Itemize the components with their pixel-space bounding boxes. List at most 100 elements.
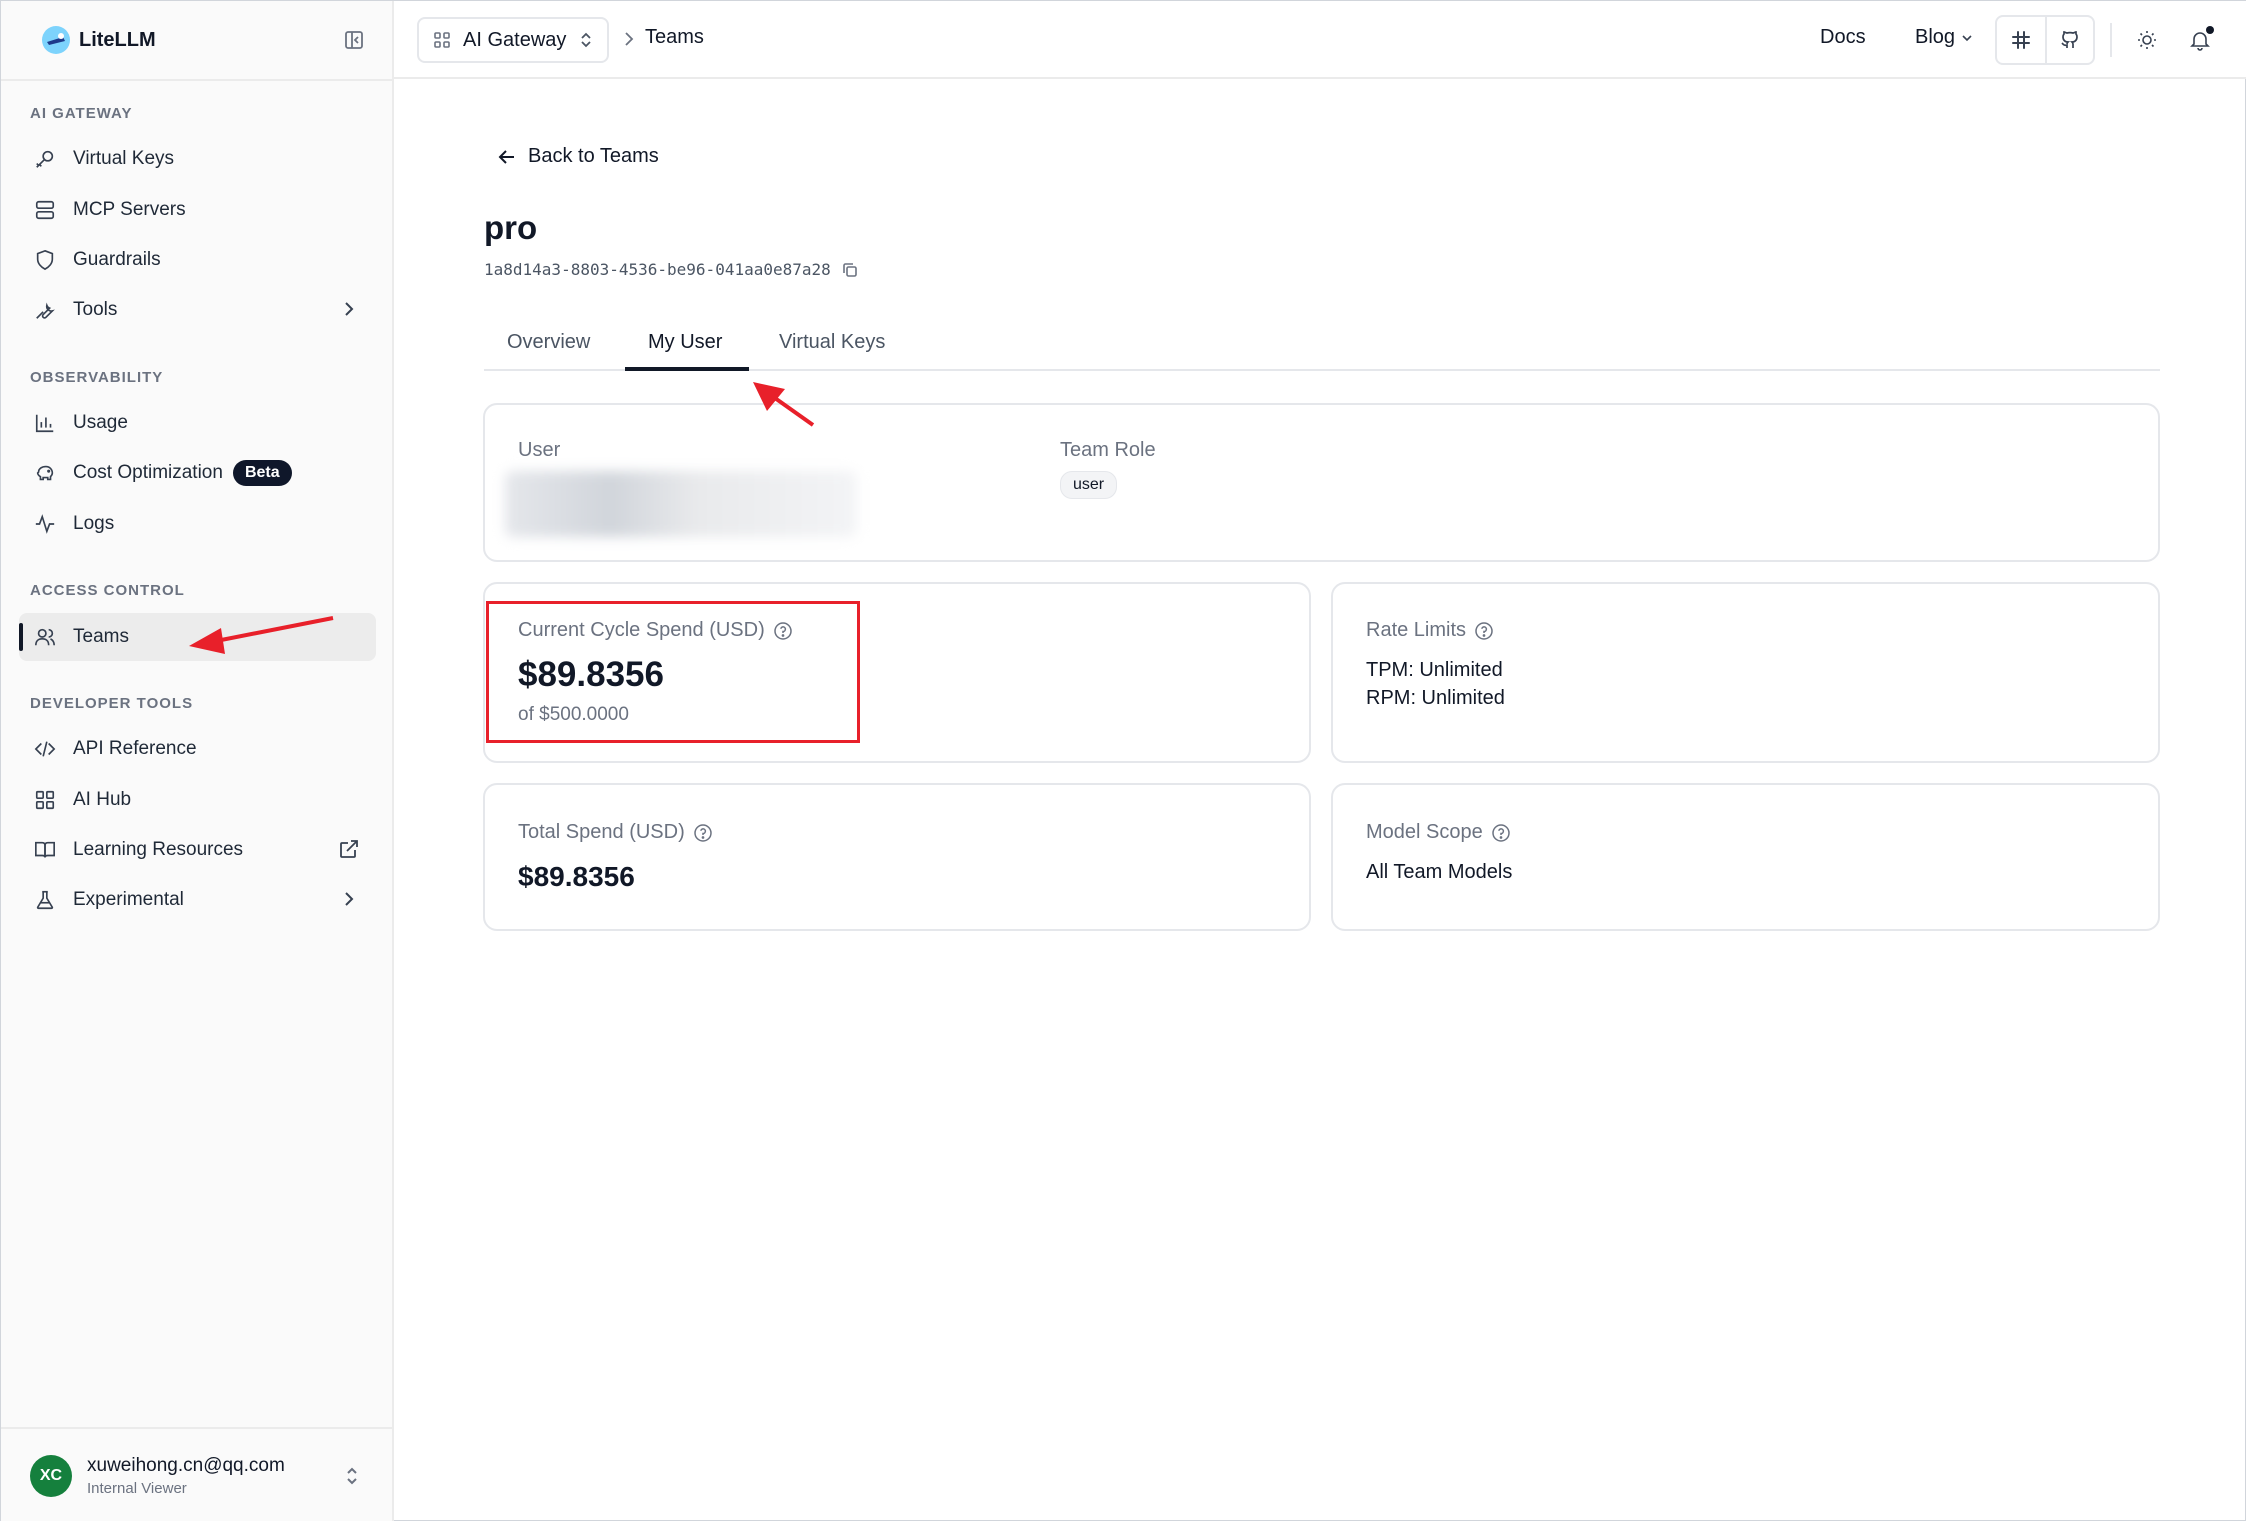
tab-overview[interactable]: Overview xyxy=(484,331,613,371)
sidebar-item-label: API Reference xyxy=(73,738,197,759)
sidebar-item-experimental[interactable]: Experimental xyxy=(19,876,376,924)
github-button[interactable] xyxy=(2044,17,2093,63)
app-window: LiteLLM AI GATEWAY Virtual Keys MCP Serv… xyxy=(0,0,2246,1521)
tab-virtual-keys[interactable]: Virtual Keys xyxy=(756,331,908,371)
sidebar-divider xyxy=(1,79,394,81)
social-buttons xyxy=(1995,15,2095,65)
grid-icon xyxy=(434,32,450,48)
gateway-selector[interactable]: AI Gateway xyxy=(417,17,609,63)
tab-my-user[interactable]: My User xyxy=(625,331,745,371)
sidebar-toggle-icon xyxy=(345,31,363,49)
sidebar-item-label: Usage xyxy=(73,412,128,433)
copy-icon[interactable] xyxy=(841,261,859,279)
help-circle-icon[interactable] xyxy=(1491,823,1511,843)
collapse-sidebar-button[interactable] xyxy=(341,27,367,53)
help-circle-icon[interactable] xyxy=(1474,621,1494,641)
grid-icon xyxy=(33,788,57,812)
rate-limits-card: Rate Limits TPM: Unlimited RPM: Unlimite… xyxy=(1331,582,2160,763)
total-spend-label: Total Spend (USD) xyxy=(518,821,713,844)
user-menu[interactable]: XC xuweihong.cn@qq.com Internal Viewer xyxy=(1,1427,394,1521)
chevrons-up-down-icon[interactable] xyxy=(341,1465,363,1487)
sidebar-item-label: Teams xyxy=(73,626,129,647)
github-icon xyxy=(2061,31,2078,48)
avatar: XC xyxy=(30,1454,72,1497)
sidebar-item-label: Virtual Keys xyxy=(73,148,175,169)
rate-limits-label-text: Rate Limits xyxy=(1366,619,1467,641)
sidebar-item-teams[interactable]: Teams xyxy=(19,613,376,661)
annotation-highlight-box xyxy=(486,601,860,743)
sidebar-item-label: Guardrails xyxy=(73,249,161,270)
total-spend-label-text: Total Spend (USD) xyxy=(518,821,685,843)
bar-chart-icon xyxy=(33,411,57,435)
sidebar-item-usage[interactable]: Usage xyxy=(19,399,376,447)
theme-toggle-button[interactable] xyxy=(2132,25,2162,55)
brand[interactable]: LiteLLM xyxy=(41,23,156,57)
section-label-ai-gateway: AI GATEWAY xyxy=(30,105,133,122)
notifications-button[interactable] xyxy=(2185,25,2215,55)
section-label-developer-tools: DEVELOPER TOOLS xyxy=(30,695,194,712)
back-to-teams-link[interactable]: Back to Teams xyxy=(496,145,659,168)
server-icon xyxy=(33,198,57,222)
sidebar-item-cost-optimization[interactable]: Cost Optimization Beta xyxy=(19,449,376,497)
tpm-limit: TPM: Unlimited xyxy=(1366,659,1503,681)
team-id: 1a8d14a3-8803-4536-be96-041aa0e87a28 xyxy=(484,260,859,279)
section-label-access-control: ACCESS CONTROL xyxy=(30,582,185,599)
sidebar-item-virtual-keys[interactable]: Virtual Keys xyxy=(19,135,376,183)
help-circle-icon[interactable] xyxy=(693,823,713,843)
topbar: AI Gateway Teams Docs Blog xyxy=(394,1,2246,79)
model-scope-label-text: Model Scope xyxy=(1366,821,1483,843)
users-icon xyxy=(33,625,57,649)
sidebar-item-ai-hub[interactable]: AI Hub xyxy=(19,776,376,824)
topbar-divider xyxy=(2110,23,2112,57)
chevron-right-icon xyxy=(345,892,354,906)
sidebar-item-label: Tools xyxy=(73,299,118,320)
sidebar-item-mcp-servers[interactable]: MCP Servers xyxy=(19,186,376,234)
sidebar-item-label: Learning Resources xyxy=(73,839,244,860)
rate-limits-label: Rate Limits xyxy=(1366,619,1494,642)
sidebar-item-label: Experimental xyxy=(73,889,184,910)
chevron-right-icon xyxy=(345,302,354,316)
model-scope-value: All Team Models xyxy=(1366,861,1513,883)
beta-badge: Beta xyxy=(232,460,292,486)
flask-icon xyxy=(33,888,57,912)
sidebar-item-tools[interactable]: Tools xyxy=(19,286,376,334)
slack-button[interactable] xyxy=(1997,17,2045,63)
key-icon xyxy=(33,147,57,171)
user-role: Internal Viewer xyxy=(87,1479,187,1497)
gateway-selector-label: AI Gateway xyxy=(463,28,567,51)
chevrons-up-down-icon xyxy=(581,32,592,48)
sidebar-item-learning-resources[interactable]: Learning Resources xyxy=(19,826,376,874)
user-info-card: User Team Role user xyxy=(483,403,2160,562)
active-tab-indicator xyxy=(625,367,749,371)
team-role-badge: user xyxy=(1060,471,1118,499)
sidebar-item-label: Cost Optimization xyxy=(73,462,223,483)
breadcrumb-current[interactable]: Teams xyxy=(645,26,704,49)
team-id-value: 1a8d14a3-8803-4536-be96-041aa0e87a28 xyxy=(484,260,831,279)
page-title: pro xyxy=(484,209,538,246)
sidebar-item-api-reference[interactable]: API Reference xyxy=(19,725,376,773)
brand-name: LiteLLM xyxy=(79,28,156,51)
chevron-down-icon xyxy=(1962,34,1972,41)
litellm-logo-icon xyxy=(42,26,70,54)
slack-icon xyxy=(2011,31,2030,49)
notification-dot xyxy=(2206,26,2214,34)
sidebar-item-guardrails[interactable]: Guardrails xyxy=(19,236,376,284)
blog-label: Blog xyxy=(1915,26,1956,48)
docs-link[interactable]: Docs xyxy=(1820,26,1866,49)
back-label: Back to Teams xyxy=(528,145,659,167)
book-icon xyxy=(33,838,57,862)
user-label: User xyxy=(518,439,561,461)
total-spend-value: $89.8356 xyxy=(518,861,635,892)
arrow-left-icon xyxy=(498,149,514,164)
piggy-bank-icon xyxy=(33,461,57,485)
user-meta: xuweihong.cn@qq.com Internal Viewer xyxy=(87,1455,285,1497)
sidebar: LiteLLM AI GATEWAY Virtual Keys MCP Serv… xyxy=(1,1,394,1521)
blog-menu[interactable]: Blog xyxy=(1915,26,1973,49)
sidebar-item-logs[interactable]: Logs xyxy=(19,500,376,548)
external-link-icon xyxy=(340,840,358,858)
section-label-observability: OBSERVABILITY xyxy=(30,369,164,386)
total-spend-card: Total Spend (USD) $89.8356 xyxy=(483,783,1311,931)
model-scope-card: Model Scope All Team Models xyxy=(1331,783,2160,931)
user-email: xuweihong.cn@qq.com xyxy=(87,1454,285,1476)
chevron-right-icon xyxy=(625,32,634,46)
